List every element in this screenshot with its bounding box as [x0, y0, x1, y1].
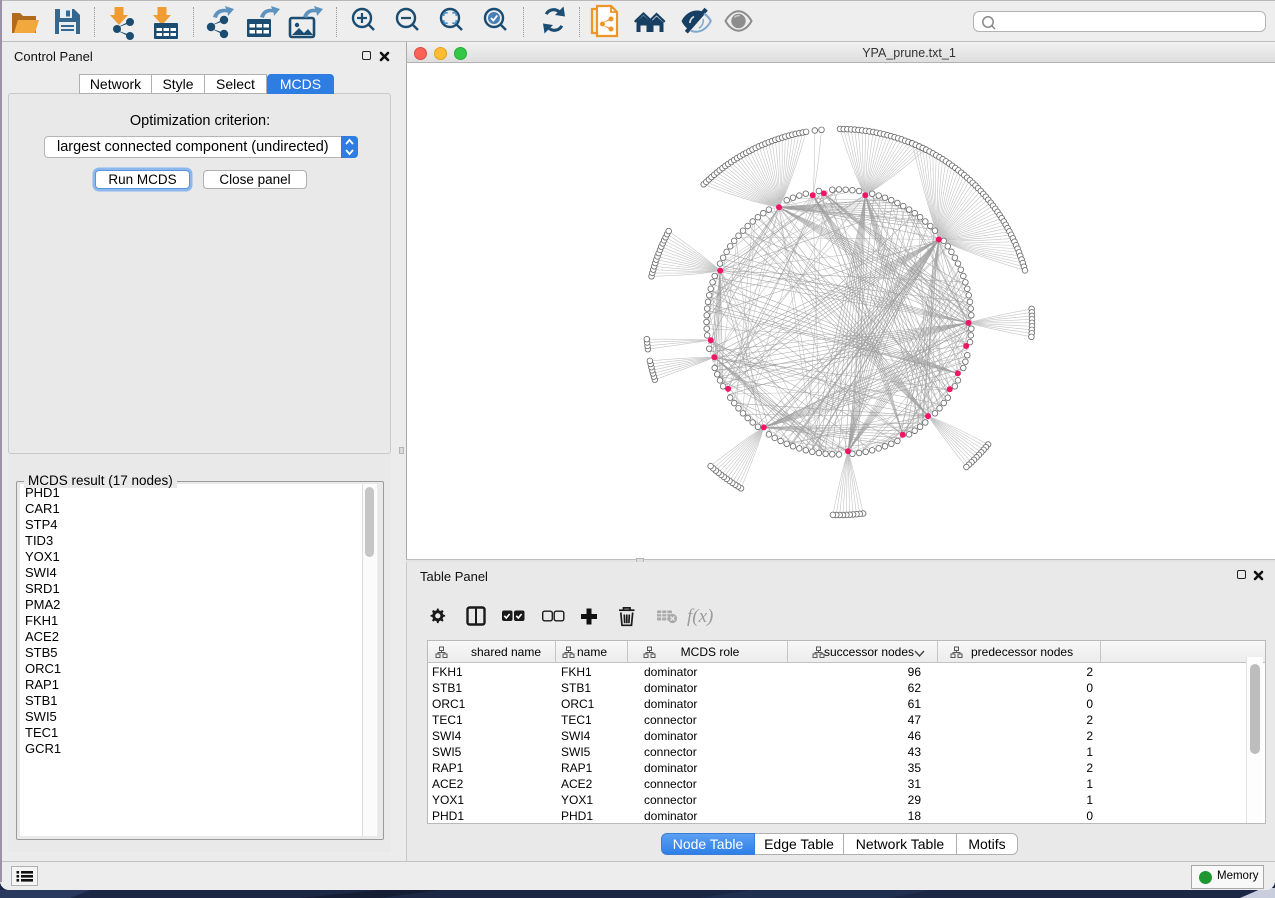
- svg-text:f(x): f(x): [687, 606, 713, 627]
